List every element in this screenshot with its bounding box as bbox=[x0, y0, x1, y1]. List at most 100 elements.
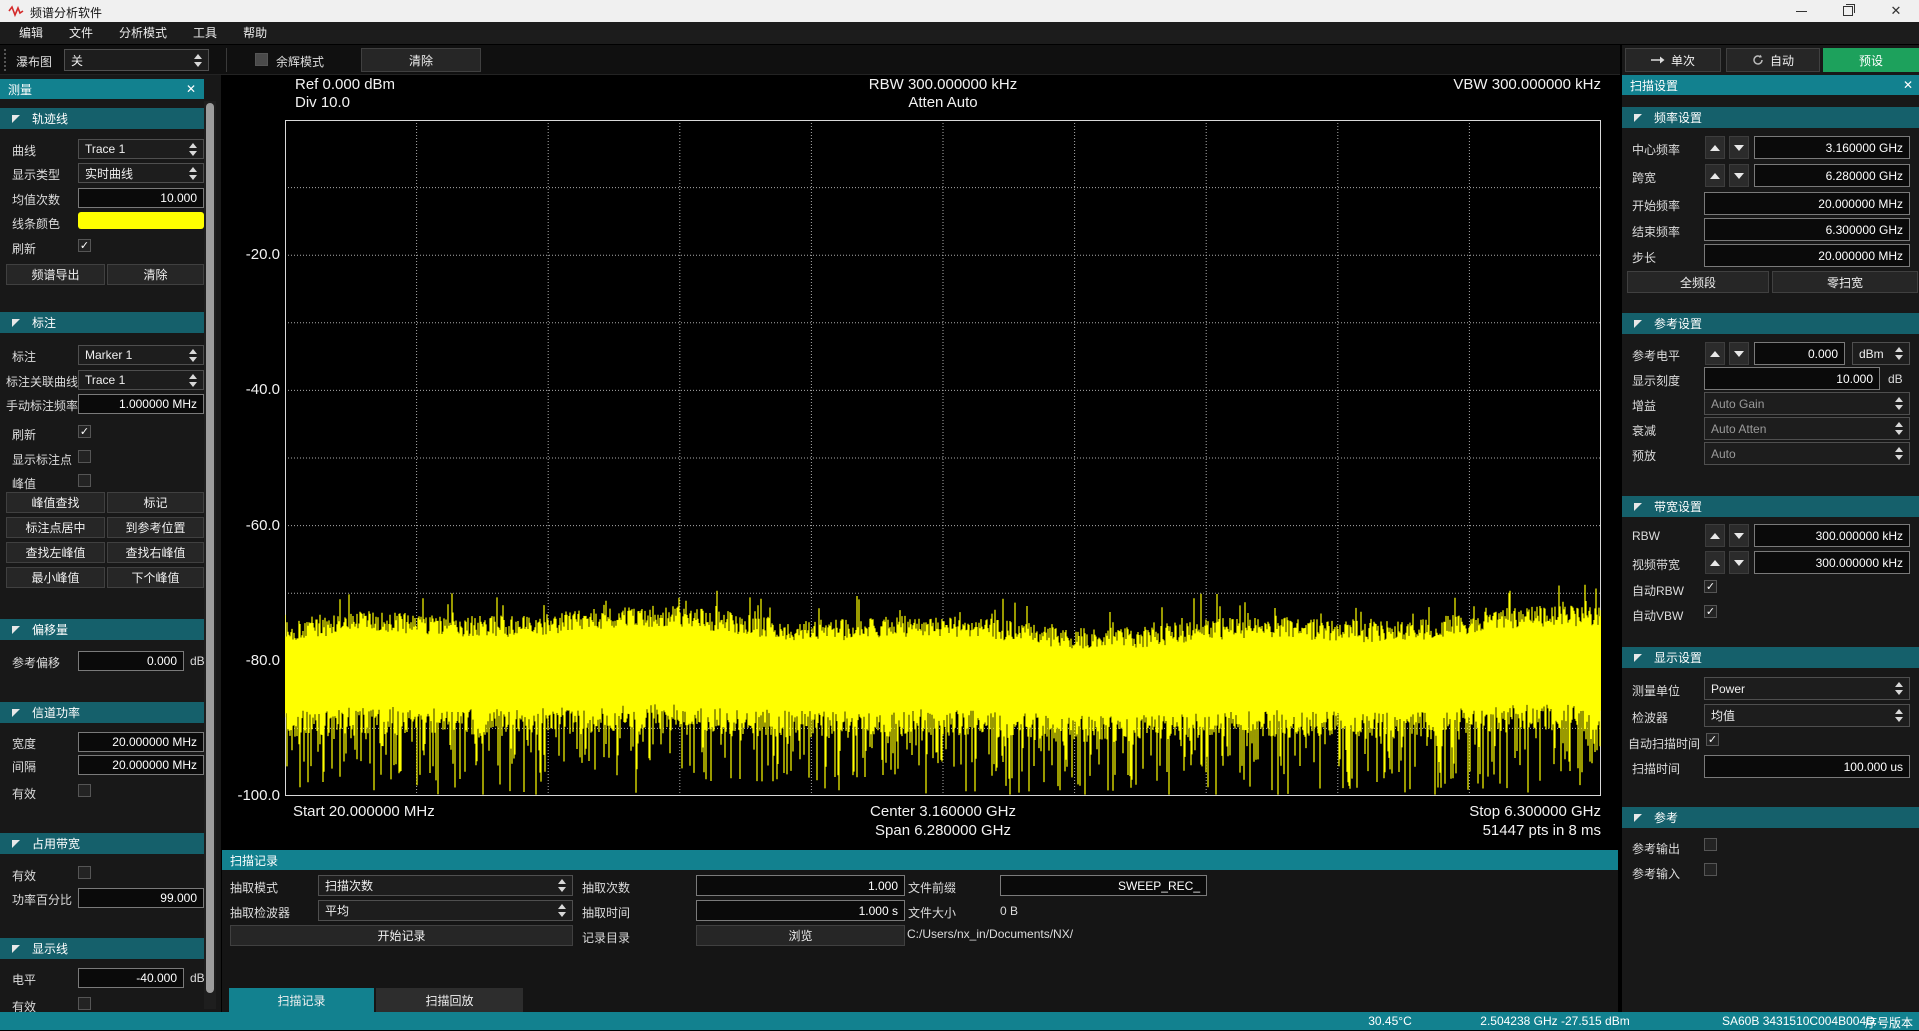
minimize-button[interactable] bbox=[1786, 0, 1816, 22]
chpower-gap-input[interactable]: 20.000000 MHz bbox=[78, 755, 204, 775]
center-freq-down-button[interactable] bbox=[1729, 136, 1749, 159]
section-offset[interactable]: 偏移量 bbox=[0, 619, 204, 640]
trace-clear-button[interactable]: 清除 bbox=[107, 264, 204, 285]
section-reference[interactable]: 参考设置 bbox=[1622, 313, 1919, 334]
waterfall-select[interactable]: 关 bbox=[64, 49, 209, 71]
section-obw[interactable]: 占用带宽 bbox=[0, 833, 204, 854]
ref-in-checkbox[interactable] bbox=[1704, 863, 1717, 876]
clear-persist-button[interactable]: 清除 bbox=[361, 48, 481, 72]
ref-level-unit-select[interactable]: dBm bbox=[1852, 342, 1910, 365]
restore-button[interactable] bbox=[1833, 0, 1863, 22]
scale-input[interactable]: 10.000 bbox=[1704, 367, 1880, 390]
detector-select[interactable]: 均值 bbox=[1704, 704, 1910, 727]
preset-button[interactable]: 预设 bbox=[1823, 48, 1919, 72]
ref-level-up-button[interactable] bbox=[1705, 342, 1725, 365]
auto-sweep-button[interactable]: 自动 bbox=[1726, 48, 1820, 72]
vbw-up-button[interactable] bbox=[1705, 551, 1725, 574]
vbw-input[interactable]: 300.000000 kHz bbox=[1754, 551, 1910, 574]
browse-button[interactable]: 浏览 bbox=[696, 925, 905, 946]
section-display[interactable]: 显示设置 bbox=[1622, 647, 1919, 668]
section-display-line[interactable]: 显示线 bbox=[0, 938, 204, 959]
show-marker-checkbox[interactable] bbox=[78, 450, 91, 463]
extract-count-input[interactable]: 1.000 bbox=[696, 875, 905, 896]
section-trace[interactable]: 轨迹线 bbox=[0, 108, 204, 129]
step-input[interactable]: 20.000000 MHz bbox=[1704, 244, 1910, 267]
ref-offset-input[interactable]: 0.000 bbox=[78, 651, 184, 671]
chpower-enable-checkbox[interactable] bbox=[78, 784, 91, 797]
display-type-select[interactable]: 实时曲线 bbox=[78, 163, 204, 183]
section-bandwidth[interactable]: 带宽设置 bbox=[1622, 496, 1919, 517]
file-prefix-input[interactable]: SWEEP_REC_ bbox=[1000, 875, 1207, 896]
sweep-time-input[interactable]: 100.000 us bbox=[1704, 755, 1910, 778]
auto-sweep-time-checkbox[interactable]: ✓ bbox=[1706, 733, 1719, 746]
section-channel-power[interactable]: 信道功率 bbox=[0, 702, 204, 723]
rbw-up-button[interactable] bbox=[1705, 524, 1725, 547]
ref-out-checkbox[interactable] bbox=[1704, 838, 1717, 851]
peak-checkbox[interactable] bbox=[78, 474, 91, 487]
next-peak-button[interactable]: 下个峰值 bbox=[107, 567, 204, 588]
marker-trace-select[interactable]: Trace 1 bbox=[78, 370, 204, 390]
full-band-button[interactable]: 全频段 bbox=[1627, 271, 1769, 293]
zero-span-button[interactable]: 零扫宽 bbox=[1772, 271, 1918, 293]
dline-level-input[interactable]: -40.000 bbox=[78, 968, 184, 988]
dline-enable-checkbox[interactable] bbox=[78, 997, 91, 1010]
atten-select[interactable]: Auto Atten bbox=[1704, 417, 1910, 440]
obw-enable-checkbox[interactable] bbox=[78, 866, 91, 879]
min-peak-button[interactable]: 最小峰值 bbox=[6, 567, 105, 588]
tab-sweep-record[interactable]: 扫描记录 bbox=[229, 988, 374, 1013]
ref-level-down-button[interactable] bbox=[1729, 342, 1749, 365]
span-input[interactable]: 6.280000 GHz bbox=[1754, 164, 1910, 187]
spectrum-plot[interactable] bbox=[285, 120, 1601, 796]
menu-file[interactable]: 文件 bbox=[56, 22, 106, 44]
menu-analysis-mode[interactable]: 分析模式 bbox=[106, 22, 180, 44]
auto-vbw-checkbox[interactable]: ✓ bbox=[1704, 605, 1717, 618]
vbw-down-button[interactable] bbox=[1729, 551, 1749, 574]
marker-refresh-checkbox[interactable]: ✓ bbox=[78, 425, 91, 438]
preamp-select[interactable]: Auto bbox=[1704, 442, 1910, 465]
center-freq-up-button[interactable] bbox=[1705, 136, 1725, 159]
close-measure-panel-icon[interactable]: ✕ bbox=[186, 83, 196, 95]
section-frequency[interactable]: 频率设置 bbox=[1622, 107, 1919, 128]
menu-tools[interactable]: 工具 bbox=[180, 22, 230, 44]
close-sweep-panel-icon[interactable]: ✕ bbox=[1903, 79, 1913, 91]
line-color-swatch[interactable] bbox=[78, 212, 204, 229]
center-freq-input[interactable]: 3.160000 GHz bbox=[1754, 136, 1910, 159]
avg-count-input[interactable]: 10.000 bbox=[78, 188, 204, 208]
chpower-width-input[interactable]: 20.000000 MHz bbox=[78, 732, 204, 752]
menu-edit[interactable]: 编辑 bbox=[6, 22, 56, 44]
marker-select[interactable]: Marker 1 bbox=[78, 345, 204, 365]
close-window-button[interactable]: ✕ bbox=[1881, 0, 1911, 22]
section-marker[interactable]: 标注 bbox=[0, 312, 204, 333]
gain-select[interactable]: Auto Gain bbox=[1704, 392, 1910, 415]
rbw-down-button[interactable] bbox=[1729, 524, 1749, 547]
ref-level-input[interactable]: 0.000 bbox=[1754, 342, 1845, 365]
extract-detector-select[interactable]: 平均 bbox=[318, 900, 573, 921]
start-record-button[interactable]: 开始记录 bbox=[230, 925, 573, 946]
manual-marker-freq-input[interactable]: 1.000000 MHz bbox=[78, 394, 204, 414]
span-up-button[interactable] bbox=[1705, 164, 1725, 187]
extract-time-input[interactable]: 1.000 s bbox=[696, 900, 905, 921]
span-down-button[interactable] bbox=[1729, 164, 1749, 187]
left-scrollbar-track[interactable] bbox=[204, 101, 216, 1009]
start-freq-input[interactable]: 20.000000 MHz bbox=[1704, 192, 1910, 215]
curve-select[interactable]: Trace 1 bbox=[78, 139, 204, 159]
extract-mode-select[interactable]: 扫描次数 bbox=[318, 875, 573, 896]
mark-button[interactable]: 标记 bbox=[107, 492, 204, 513]
auto-rbw-checkbox[interactable]: ✓ bbox=[1704, 580, 1717, 593]
section-ref-io[interactable]: 参考 bbox=[1622, 807, 1919, 828]
tab-sweep-replay[interactable]: 扫描回放 bbox=[376, 988, 523, 1013]
obw-pct-input[interactable]: 99.000 bbox=[78, 888, 204, 908]
menu-help[interactable]: 帮助 bbox=[230, 22, 280, 44]
trace-refresh-checkbox[interactable]: ✓ bbox=[78, 239, 91, 252]
marker-center-button[interactable]: 标注点居中 bbox=[6, 517, 105, 538]
to-ref-position-button[interactable]: 到参考位置 bbox=[107, 517, 204, 538]
toolbar-grip[interactable] bbox=[4, 49, 6, 71]
persist-mode-checkbox[interactable] bbox=[255, 53, 268, 66]
left-scrollbar-thumb[interactable] bbox=[206, 103, 214, 993]
spectrum-export-button[interactable]: 频谱导出 bbox=[6, 264, 105, 285]
single-sweep-button[interactable]: 单次 bbox=[1625, 48, 1721, 72]
find-left-peak-button[interactable]: 查找左峰值 bbox=[6, 542, 105, 563]
measure-unit-select[interactable]: Power bbox=[1704, 677, 1910, 700]
rbw-input[interactable]: 300.000000 kHz bbox=[1754, 524, 1910, 547]
stop-freq-input[interactable]: 6.300000 GHz bbox=[1704, 218, 1910, 241]
